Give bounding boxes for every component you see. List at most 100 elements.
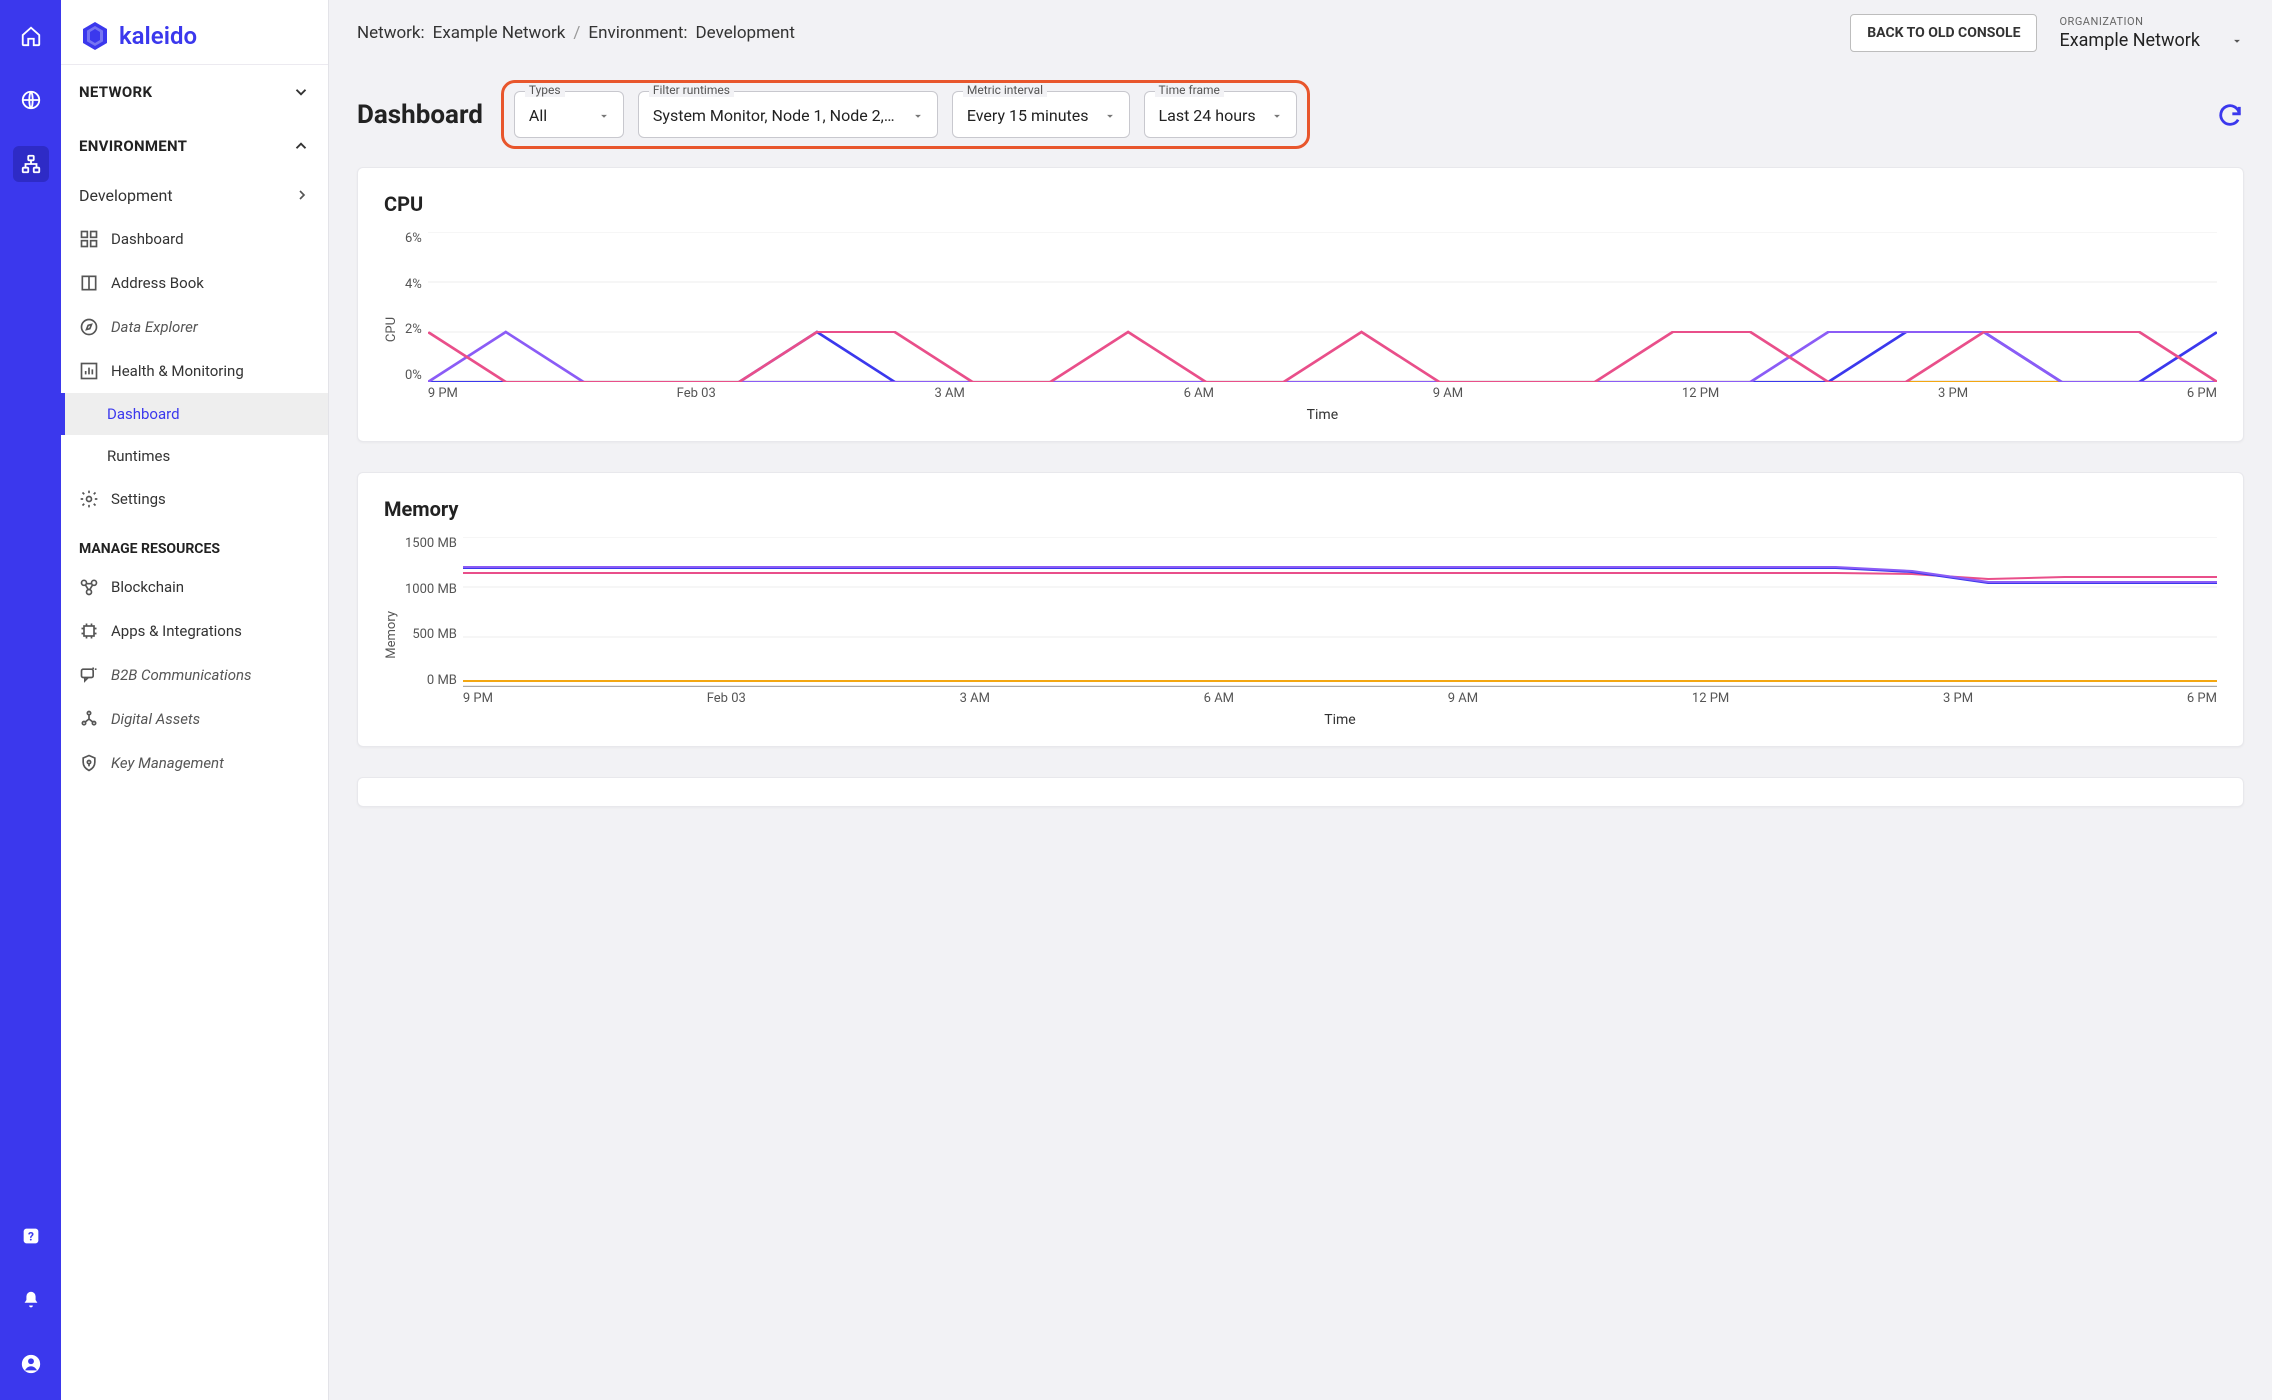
compass-icon <box>79 317 99 337</box>
chart-bar-icon <box>79 361 99 381</box>
sidebar-item-label: Runtimes <box>107 447 170 465</box>
breadcrumb: Network: Example Network / Environment: … <box>357 23 795 43</box>
left-rail: ? <box>0 0 61 1400</box>
sidebar-b2b[interactable]: B2B Communications <box>61 653 328 697</box>
sidebar-item-label: Digital Assets <box>111 710 200 728</box>
globe-icon <box>20 89 42 111</box>
home-icon <box>20 25 42 47</box>
bell-icon <box>20 1289 42 1311</box>
rail-home[interactable] <box>13 18 49 54</box>
memory-chart <box>463 537 2217 687</box>
env-development-item[interactable]: Development <box>61 173 328 217</box>
breadcrumb-network[interactable]: Example Network <box>433 23 566 43</box>
caret-down-icon <box>1103 109 1117 123</box>
org-label: ORGANIZATION <box>2059 15 2244 28</box>
user-icon <box>20 1353 42 1375</box>
cpu-title: CPU <box>384 192 2217 216</box>
dashboard-icon <box>79 229 99 249</box>
sidebar-data-explorer[interactable]: Data Explorer <box>61 305 328 349</box>
main-content: Network: Example Network / Environment: … <box>329 0 2272 1400</box>
sidebar-hm-settings[interactable]: Settings <box>61 477 328 521</box>
sidebar-item-label: Settings <box>111 490 166 508</box>
sidebar-dashboard[interactable]: Dashboard <box>61 217 328 261</box>
interval-label: Metric interval <box>963 83 1047 97</box>
sidebar-item-label: Address Book <box>111 274 204 292</box>
refresh-icon <box>2216 101 2244 129</box>
memory-y-label: Memory <box>384 611 399 659</box>
rail-globe[interactable] <box>13 82 49 118</box>
timeframe-select[interactable]: Time frame Last 24 hours <box>1144 91 1297 138</box>
types-label: Types <box>525 83 565 97</box>
memory-title: Memory <box>384 497 2217 521</box>
memory-x-ticks: 9 PMFeb 033 AM6 AM9 AM12 PM3 PM6 PM <box>463 687 2217 710</box>
sidebar-item-label: Dashboard <box>107 405 180 423</box>
breadcrumb-env-prefix: Environment: <box>588 23 687 43</box>
sidebar-digital-assets[interactable]: Digital Assets <box>61 697 328 741</box>
breadcrumb-network-prefix: Network: <box>357 23 425 43</box>
logo-text: kaleido <box>119 22 197 50</box>
cpu-card: CPU CPU 6%4%2%0% 9 PMFeb 033 AM6 AM9 AM1… <box>357 167 2244 442</box>
rail-user[interactable] <box>13 1346 49 1382</box>
rail-help[interactable]: ? <box>13 1218 49 1254</box>
breadcrumb-env[interactable]: Development <box>696 23 795 43</box>
breadcrumb-separator: / <box>573 23 580 43</box>
refresh-button[interactable] <box>2216 101 2244 129</box>
sidebar: kaleido NETWORK ENVIRONMENT Development … <box>61 0 329 1400</box>
sidebar-apps[interactable]: Apps & Integrations <box>61 609 328 653</box>
manage-resources-heading: MANAGE RESOURCES <box>61 521 328 565</box>
sidebar-hm-runtimes[interactable]: Runtimes <box>61 435 328 477</box>
caret-down-icon <box>911 109 925 123</box>
sidebar-item-label: Dashboard <box>111 230 184 248</box>
sidebar-item-label: Apps & Integrations <box>111 622 242 640</box>
caret-down-icon <box>1270 109 1284 123</box>
next-card-peek <box>357 777 2244 807</box>
runtimes-value: System Monitor, Node 1, Node 2, kal… <box>653 106 897 125</box>
sidebar-hm-dashboard[interactable]: Dashboard <box>61 393 328 435</box>
header-row: Dashboard Types All Filter runtimes Syst… <box>329 52 2272 167</box>
rail-notifications[interactable] <box>13 1282 49 1318</box>
cpu-x-label: Time <box>428 405 2217 427</box>
caret-down-icon <box>2230 34 2244 48</box>
interval-select[interactable]: Metric interval Every 15 minutes <box>952 91 1130 138</box>
runtimes-label: Filter runtimes <box>649 83 734 97</box>
timeframe-value: Last 24 hours <box>1159 106 1256 125</box>
sidebar-item-label: Key Management <box>111 754 224 772</box>
rail-network[interactable] <box>13 146 49 182</box>
page-title: Dashboard <box>357 100 483 130</box>
memory-card: Memory Memory 1500 MB1000 MB500 MB0 MB 9… <box>357 472 2244 747</box>
env-name: Development <box>79 186 173 205</box>
logo[interactable]: kaleido <box>61 0 328 65</box>
chat-icon <box>79 665 99 685</box>
types-select[interactable]: Types All <box>514 91 624 138</box>
caret-down-icon <box>597 109 611 123</box>
org-value: Example Network <box>2059 30 2200 51</box>
shield-icon <box>79 753 99 773</box>
network-section-toggle[interactable]: NETWORK <box>61 65 328 119</box>
org-icon <box>79 709 99 729</box>
runtimes-select[interactable]: Filter runtimes System Monitor, Node 1, … <box>638 91 938 138</box>
network-icon <box>20 153 42 175</box>
types-value: All <box>529 106 547 125</box>
cpu-x-ticks: 9 PMFeb 033 AM6 AM9 AM12 PM3 PM6 PM <box>428 382 2217 405</box>
gear-icon <box>79 489 99 509</box>
sidebar-address-book[interactable]: Address Book <box>61 261 328 305</box>
chevron-down-icon <box>292 83 310 101</box>
cpu-chart <box>428 232 2217 382</box>
timeframe-label: Time frame <box>1155 83 1224 97</box>
sidebar-item-label: Health & Monitoring <box>111 362 244 380</box>
sidebar-item-label: Data Explorer <box>111 318 198 336</box>
sidebar-key-management[interactable]: Key Management <box>61 741 328 785</box>
interval-value: Every 15 minutes <box>967 106 1089 125</box>
chevron-up-icon <box>292 137 310 155</box>
memory-y-ticks: 1500 MB1000 MB500 MB0 MB <box>405 537 463 687</box>
logo-icon <box>79 20 111 52</box>
memory-x-label: Time <box>463 710 2217 732</box>
chevron-right-icon <box>294 185 310 205</box>
sidebar-health-monitoring[interactable]: Health & Monitoring <box>61 349 328 393</box>
organization-selector[interactable]: ORGANIZATION Example Network <box>2059 15 2244 51</box>
topbar: Network: Example Network / Environment: … <box>329 0 2272 52</box>
book-icon <box>79 273 99 293</box>
environment-section-toggle[interactable]: ENVIRONMENT <box>61 119 328 173</box>
back-to-old-console-button[interactable]: BACK TO OLD CONSOLE <box>1850 14 2037 52</box>
sidebar-blockchain[interactable]: Blockchain <box>61 565 328 609</box>
